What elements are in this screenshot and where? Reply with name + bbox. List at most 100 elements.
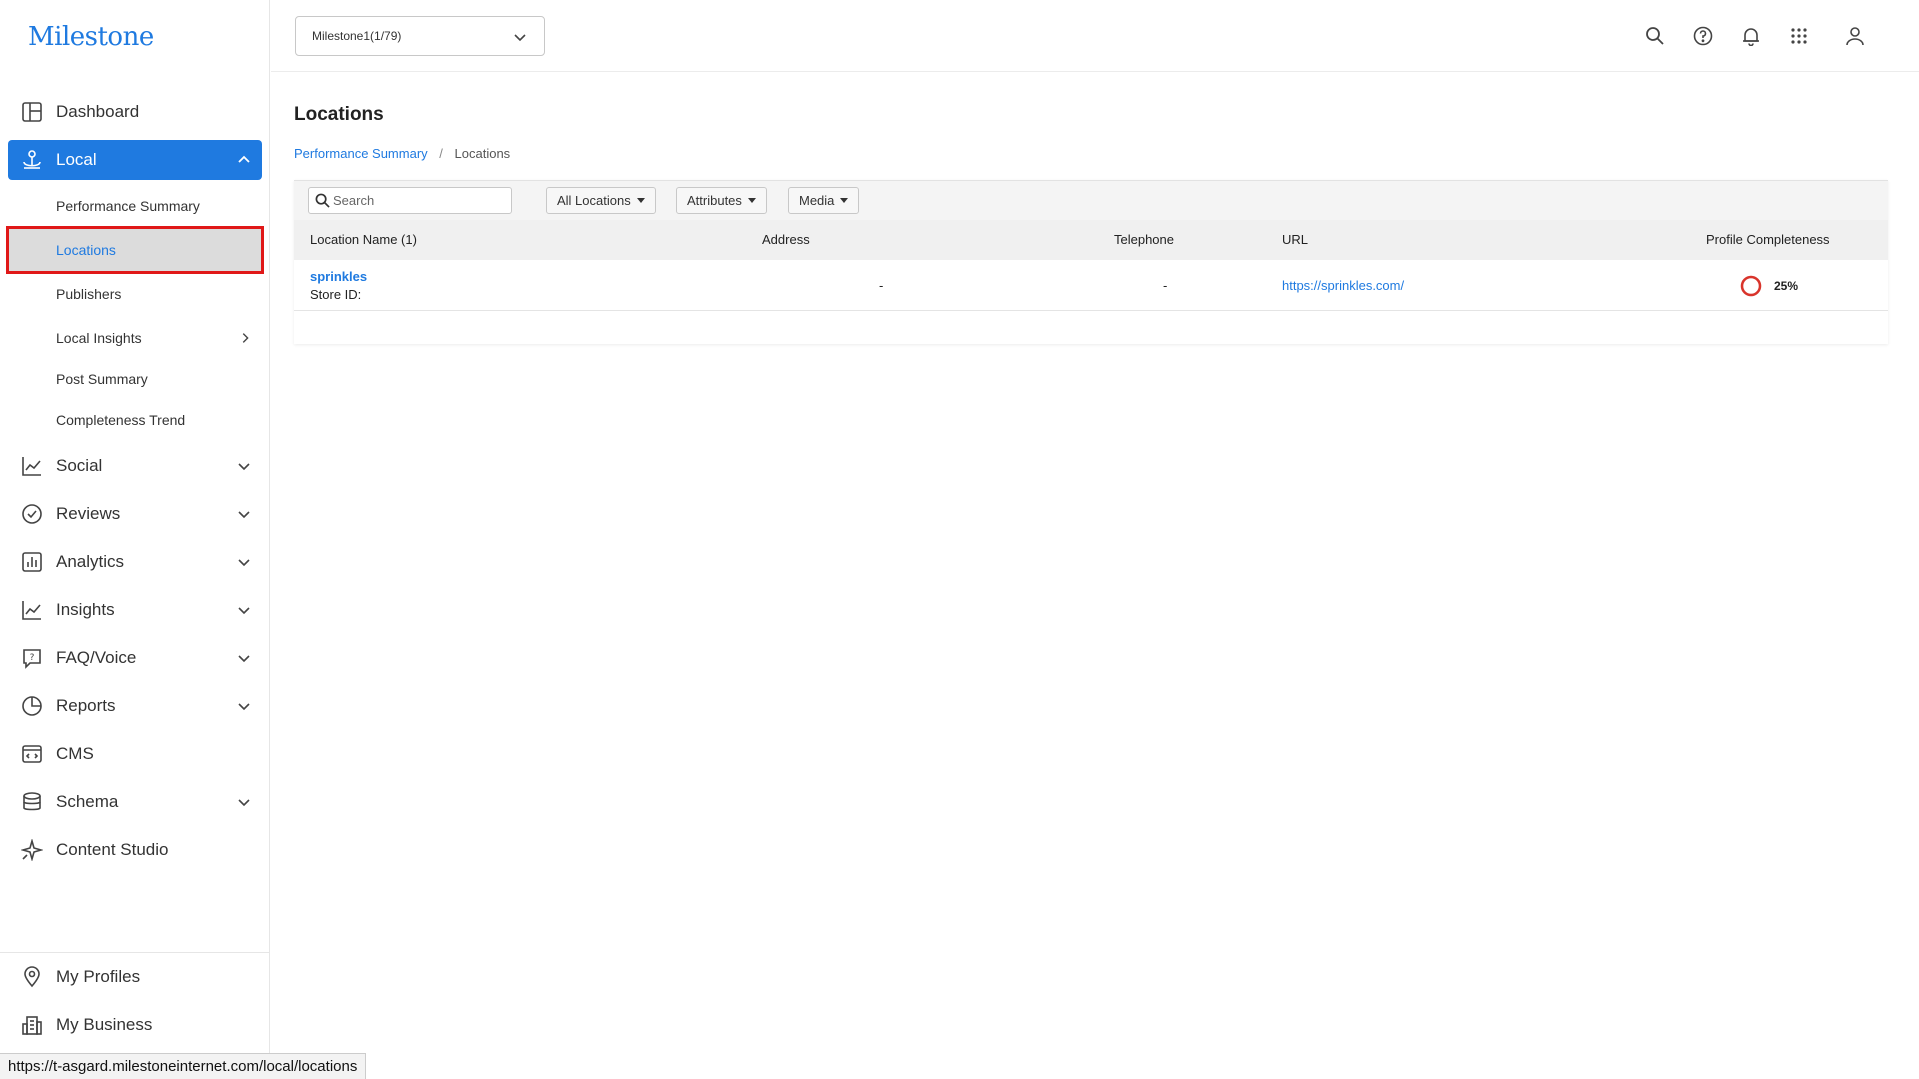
search-icon [315,193,330,208]
top-bar: Milestone1(1/79) [271,0,1919,72]
insights-icon [20,598,44,622]
user-icon[interactable] [1843,24,1867,48]
reviews-icon [20,502,44,526]
address-cell: - [879,278,884,293]
attributes-label: Attributes [687,193,742,208]
attributes-dropdown[interactable]: Attributes [676,187,767,214]
reports-icon [20,694,44,718]
breadcrumb-link-performance-summary[interactable]: Performance Summary [294,146,428,161]
url-link[interactable]: https://sprinkles.com/ [1282,278,1404,293]
sidebar-item-reports[interactable]: Reports [0,682,270,730]
search-placeholder: Search [333,193,375,208]
table-toolbar: Search All Locations Attributes Media [294,180,1888,220]
building-icon [20,1013,44,1037]
account-selector-value: Milestone1(1/79) [312,29,402,43]
sidebar-subitem-label: Performance Summary [56,198,200,214]
media-label: Media [799,193,835,208]
sidebar-item-content-studio[interactable]: Content Studio [0,826,270,874]
sidebar-item-label: My Business [56,1015,153,1034]
caret-down-icon [840,198,849,203]
sidebar-item-label: FAQ/Voice [56,648,137,667]
sidebar-item-label: Dashboard [56,102,140,121]
milestone-logo[interactable]: Milestone [28,22,154,52]
sidebar-subitem-locations[interactable]: Locations [6,226,264,274]
sidebar-item-label: Reports [56,696,116,715]
sidebar-item-local[interactable]: Local [8,140,262,180]
svg-text:?: ? [30,653,35,663]
search-icon[interactable] [1643,24,1667,48]
sidebar-item-reviews[interactable]: Reviews [0,490,270,538]
sidebar-item-schema[interactable]: Schema [0,778,270,826]
bell-icon[interactable] [1739,24,1763,48]
sidebar-subitem-local-insights[interactable]: Local Insights [0,316,270,360]
location-name-link[interactable]: sprinkles [310,269,367,284]
page-title: Locations [294,104,384,125]
sidebar-subitem-label: Completeness Trend [56,412,186,428]
column-header-location-name[interactable]: Location Name (1) [310,232,417,247]
sidebar-subitem-publishers[interactable]: Publishers [0,272,270,316]
sidebar-item-label: Insights [56,600,115,619]
sidebar-item-dashboard[interactable]: Dashboard [0,88,270,136]
column-header-profile-completeness[interactable]: Profile Completeness [1706,232,1830,247]
sidebar-subitem-label: Post Summary [56,371,148,387]
chevron-down-icon [238,799,250,807]
sidebar-subitem-label: Local Insights [56,330,142,346]
chevron-down-icon [238,703,250,711]
chevron-down-icon [238,607,250,615]
sidebar-item-label: Analytics [56,552,125,571]
status-bar-url: https://t-asgard.milestoneinternet.com/l… [0,1053,367,1079]
sidebar-item-label: Social [56,456,103,475]
sidebar-item-analytics[interactable]: Analytics [0,538,270,586]
chevron-up-icon [238,155,250,163]
table-header: Location Name (1) Address Telephone URL … [294,220,1888,260]
account-selector[interactable]: Milestone1(1/79) [295,16,545,56]
completeness-ring-icon [1740,275,1762,297]
breadcrumb-current: Locations [454,146,511,161]
store-id: Store ID: [310,287,362,302]
sidebar-item-label: My Profiles [56,967,141,986]
main-nav: Dashboard Local Performance Summary Loca… [0,88,270,874]
sidebar-item-label: Schema [56,792,119,811]
sidebar-item-my-business[interactable]: My Business [0,1001,270,1049]
telephone-cell: - [1163,278,1168,293]
sidebar-item-faq-voice[interactable]: ? FAQ/Voice [0,634,270,682]
sidebar-subitem-post-summary[interactable]: Post Summary [0,360,270,398]
chevron-down-icon [238,655,250,663]
apps-grid-icon[interactable] [1787,24,1811,48]
column-header-url[interactable]: URL [1282,232,1308,247]
help-icon[interactable] [1691,24,1715,48]
faq-icon: ? [20,646,44,670]
sidebar-subitem-completeness-trend[interactable]: Completeness Trend [0,398,270,442]
column-header-address[interactable]: Address [762,232,810,247]
schema-icon [20,790,44,814]
all-locations-dropdown[interactable]: All Locations [546,187,656,214]
sidebar-subitem-performance-summary[interactable]: Performance Summary [0,184,270,228]
media-dropdown[interactable]: Media [788,187,860,214]
sidebar-item-my-profiles[interactable]: My Profiles [0,953,270,1001]
chevron-down-icon [514,34,526,42]
cms-icon [20,742,44,766]
completeness-ring-arc [1740,275,1762,297]
sidebar-subitem-label: Publishers [56,286,122,302]
top-icons [1619,24,1867,48]
sidebar-item-cms[interactable]: CMS [0,730,270,778]
table-row: sprinkles Store ID: - - https://sprinkle… [294,260,1888,311]
locations-panel: Search All Locations Attributes Media Lo… [294,180,1888,344]
sidebar-item-label: Content Studio [56,840,169,859]
caret-down-icon [636,198,645,203]
social-icon [20,454,44,478]
breadcrumb-separator: / [439,146,443,161]
sidebar-item-social[interactable]: Social [0,442,270,490]
search-input[interactable]: Search [308,187,512,214]
chevron-down-icon [238,511,250,519]
local-icon [20,148,44,172]
bottom-nav: My Profiles My Business [0,952,270,1049]
column-header-telephone[interactable]: Telephone [1114,232,1174,247]
completeness-value: 25% [1774,279,1799,293]
chevron-down-icon [238,463,250,471]
chevron-right-icon [242,333,249,343]
content-studio-icon [20,838,44,862]
chevron-down-icon [238,559,250,567]
sidebar: Milestone Dashboard Local Performance Su… [0,0,270,1079]
sidebar-item-insights[interactable]: Insights [0,586,270,634]
